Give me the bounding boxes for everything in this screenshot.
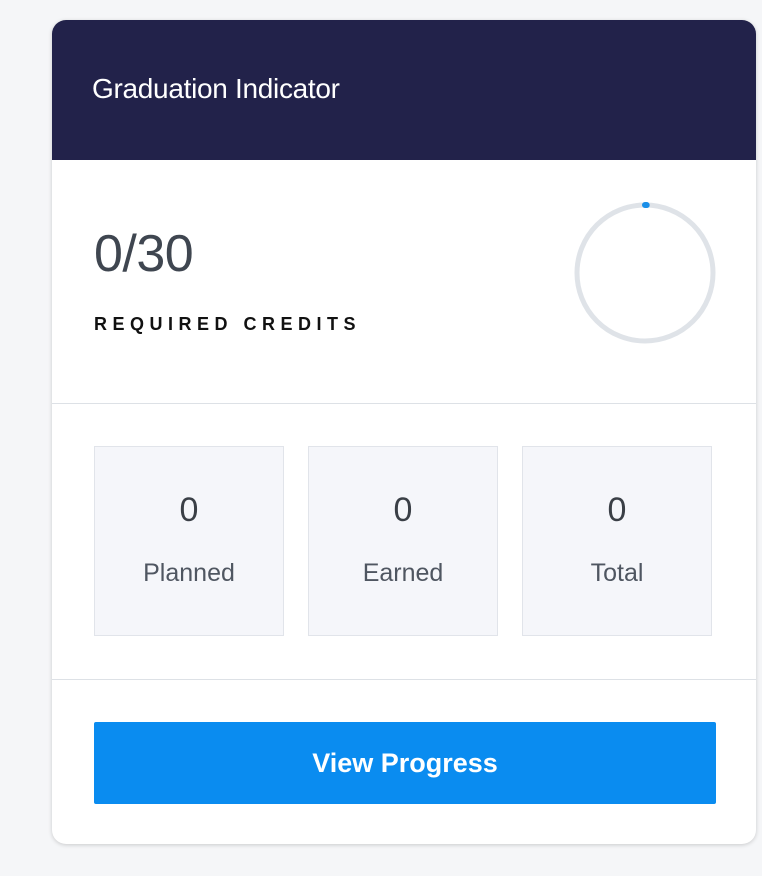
- planned-credits-label: Planned: [143, 559, 235, 587]
- card-header: Graduation Indicator: [52, 20, 756, 160]
- card-title: Graduation Indicator: [92, 73, 340, 104]
- required-credits-value: 0/30: [94, 225, 194, 283]
- planned-credits-value: 0: [179, 491, 199, 529]
- earned-credits-value: 0: [393, 491, 413, 529]
- credit-stats: 0 Planned 0 Earned 0 Total: [52, 404, 756, 680]
- earned-credits-label: Earned: [362, 559, 444, 587]
- total-credits-value: 0: [607, 491, 627, 529]
- planned-credits-box: 0 Planned: [94, 446, 284, 636]
- required-credits-label: REQUIRED CREDITS: [94, 314, 362, 334]
- credits-summary: 0/30 REQUIRED CREDITS: [52, 160, 756, 404]
- progress-ring-track: [574, 202, 716, 344]
- card-actions: View Progress: [52, 680, 756, 844]
- view-progress-button[interactable]: View Progress: [94, 722, 716, 804]
- total-credits-box: 0 Total: [522, 446, 712, 636]
- progress-ring: [574, 202, 716, 344]
- total-credits-label: Total: [590, 559, 644, 587]
- graduation-indicator-card: Graduation Indicator 0/30 REQUIRED CREDI…: [52, 20, 756, 844]
- earned-credits-box: 0 Earned: [308, 446, 498, 636]
